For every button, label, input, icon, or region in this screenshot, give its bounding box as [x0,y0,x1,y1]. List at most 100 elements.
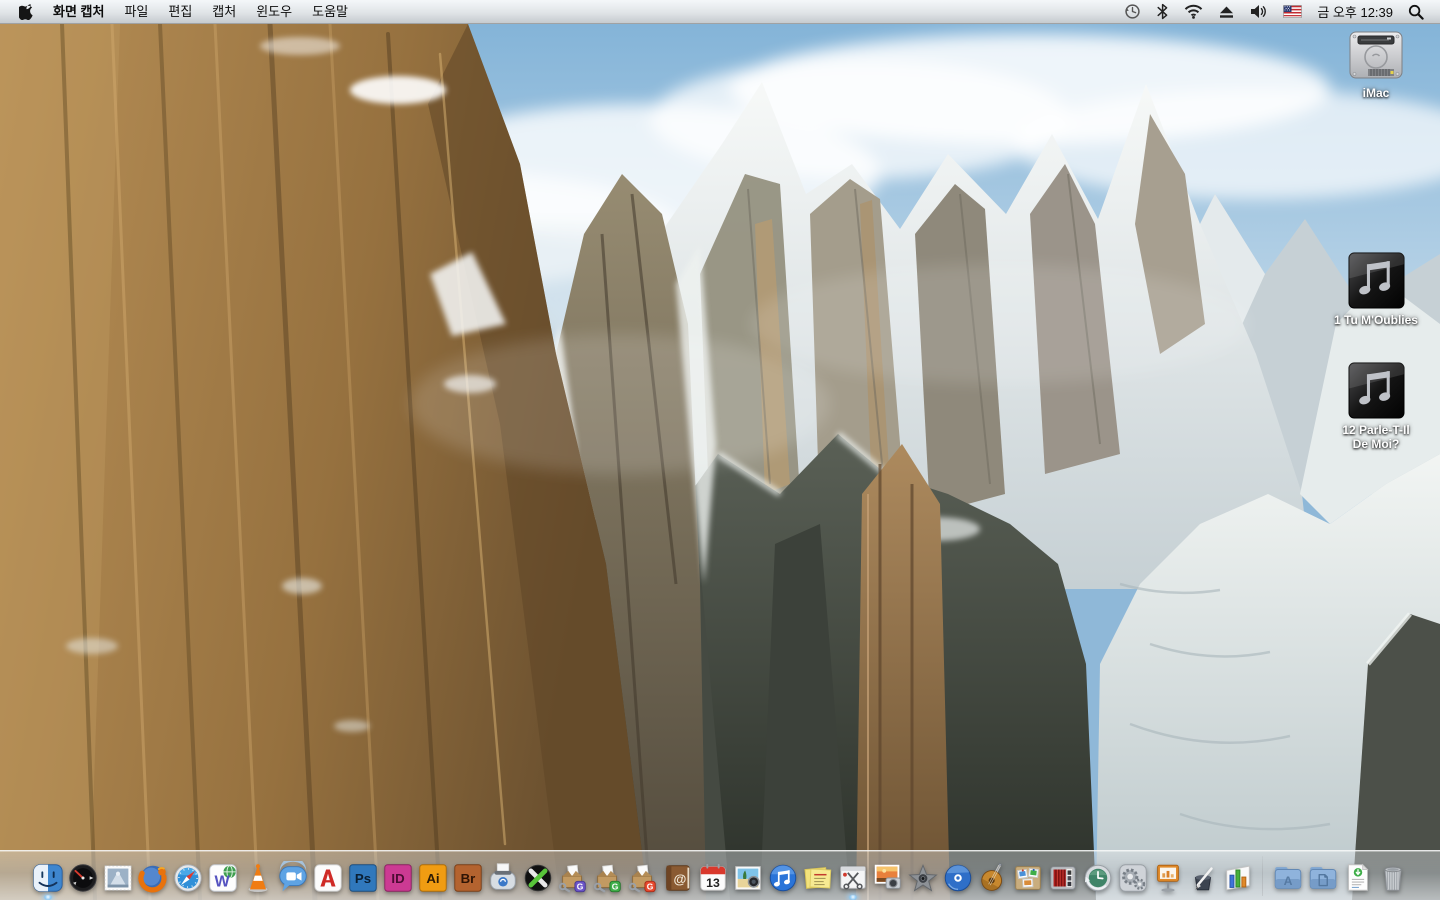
dock-item-safari[interactable] [170,854,205,900]
desktop-icon-imac-drive[interactable]: iMac [1316,30,1436,100]
spotlight-menu-item[interactable] [1400,4,1432,20]
svg-text:@: @ [673,872,686,887]
dock-item-documents-folder[interactable] [1305,854,1340,900]
desktop-icon-audio-file-2[interactable]: 12 Parle-T-Il De Moi? [1316,362,1436,451]
dock-item-idvd[interactable] [940,854,975,900]
audio-file-icon [1348,252,1405,309]
menu-help[interactable]: 도움말 [302,0,358,23]
dock-item-mail[interactable] [100,854,135,900]
bridge-icon: Br [451,861,485,895]
time-machine-menu-item[interactable] [1116,3,1149,20]
dock-item-pages[interactable] [1185,854,1220,900]
dock-item-downloads-file[interactable] [1340,854,1375,900]
wallpaper-mountains-image [0,24,1440,900]
menu-capture[interactable]: 캡처 [202,0,246,23]
dock-item-x-utility[interactable] [520,854,555,900]
stickies-icon [801,861,835,895]
finder-icon [31,861,65,895]
dock-item-firefox[interactable] [135,854,170,900]
dock-item-itunes[interactable] [765,854,800,900]
volume-icon [1250,4,1267,19]
dock-item-imovie[interactable] [905,854,940,900]
dock-item-ichat[interactable] [275,854,310,900]
svg-text:Ai: Ai [426,871,439,886]
numbers-chart-icon [1221,861,1255,895]
dock-item-package-g-purple[interactable]: G [555,854,590,900]
dock-item-vlc[interactable] [240,854,275,900]
dock-item-iphoto[interactable] [730,854,765,900]
desktop-icon-label: 1 Tu M'Oublies [1334,313,1418,327]
app-menu-title[interactable]: 화면 캡처 [43,0,114,23]
dock-item-numbers[interactable] [1220,854,1255,900]
dashboard-icon [66,861,100,895]
dock-item-stickies[interactable] [800,854,835,900]
idvd-disc-icon [941,861,975,895]
x-utility-icon [521,861,555,895]
desktop-icon-label: iMac [1363,86,1390,100]
dock-item-bridge[interactable]: Br [450,854,485,900]
dock-item-address-book[interactable]: @ [660,854,695,900]
itunes-icon [766,861,800,895]
apple-logo-icon [19,3,34,20]
menu-edit[interactable]: 편집 [158,0,202,23]
eject-menu-item[interactable] [1211,5,1242,19]
svg-text:G: G [576,882,583,892]
package-box-icon: G [556,861,590,895]
keynote-icon [1151,861,1185,895]
photo-booth-icon [1046,861,1080,895]
dock-item-photo-booth[interactable] [1045,854,1080,900]
word-document-icon: W [206,861,240,895]
grab-screen-capture-icon [836,861,870,895]
wifi-icon [1184,4,1203,19]
hard-drive-icon [1345,30,1407,82]
menu-window[interactable]: 윈도우 [246,0,302,23]
wifi-menu-item[interactable] [1176,4,1211,19]
ical-calendar-icon: 13 [696,861,730,895]
mail-stamp-icon [101,861,135,895]
running-indicator [43,895,52,900]
menu-file[interactable]: 파일 [114,0,158,23]
dock-item-dashboard[interactable] [65,854,100,900]
dock-item-package-g-red[interactable]: G [625,854,660,900]
menu-clock[interactable]: 금 오후 12:39 [1310,2,1400,21]
svg-text:G: G [646,882,653,892]
input-language-menu-item[interactable] [1275,5,1310,18]
firefox-icon [136,861,170,895]
dock-item-toast[interactable] [485,854,520,900]
dock-item-iweb[interactable] [1010,854,1045,900]
apple-menu[interactable] [10,3,43,20]
ichat-bubble-icon [276,861,310,895]
iweb-icon [1011,861,1045,895]
dock-item-word[interactable]: W [205,854,240,900]
dock-item-photoshop[interactable]: Ps [345,854,380,900]
running-indicator [848,895,857,900]
audio-file-icon [1348,362,1405,419]
svg-text:W: W [214,873,230,891]
dock-item-applications-folder[interactable]: A [1270,854,1305,900]
dock-item-system-preferences[interactable] [1115,854,1150,900]
pages-inkwell-icon [1186,861,1220,895]
dock-item-grab[interactable] [835,854,870,900]
address-book-icon: @ [661,861,695,895]
dock-item-illustrator[interactable]: Ai [415,854,450,900]
spotlight-search-icon [1408,4,1424,20]
dock-item-indesign[interactable]: ID [380,854,415,900]
desktop-icon-audio-file-1[interactable]: 1 Tu M'Oublies [1316,252,1436,327]
dock-item-keynote[interactable] [1150,854,1185,900]
dock-item-ical[interactable]: 13 [695,854,730,900]
desktop-background[interactable] [0,0,1440,900]
dock-item-time-machine[interactable] [1080,854,1115,900]
dock-item-acrobat-reader[interactable] [310,854,345,900]
dock-item-finder[interactable] [30,854,65,900]
dock-item-image-capture[interactable] [870,854,905,900]
imovie-star-icon [906,861,940,895]
dock-item-garageband[interactable] [975,854,1010,900]
iphoto-icon [731,861,765,895]
volume-menu-item[interactable] [1242,4,1275,19]
dock-item-trash[interactable] [1375,854,1410,900]
svg-text:Br: Br [460,871,475,886]
bluetooth-menu-item[interactable] [1149,3,1176,20]
dock-item-package-g-green[interactable]: G [590,854,625,900]
applications-folder-icon: A [1271,861,1305,895]
eject-icon [1219,5,1234,19]
